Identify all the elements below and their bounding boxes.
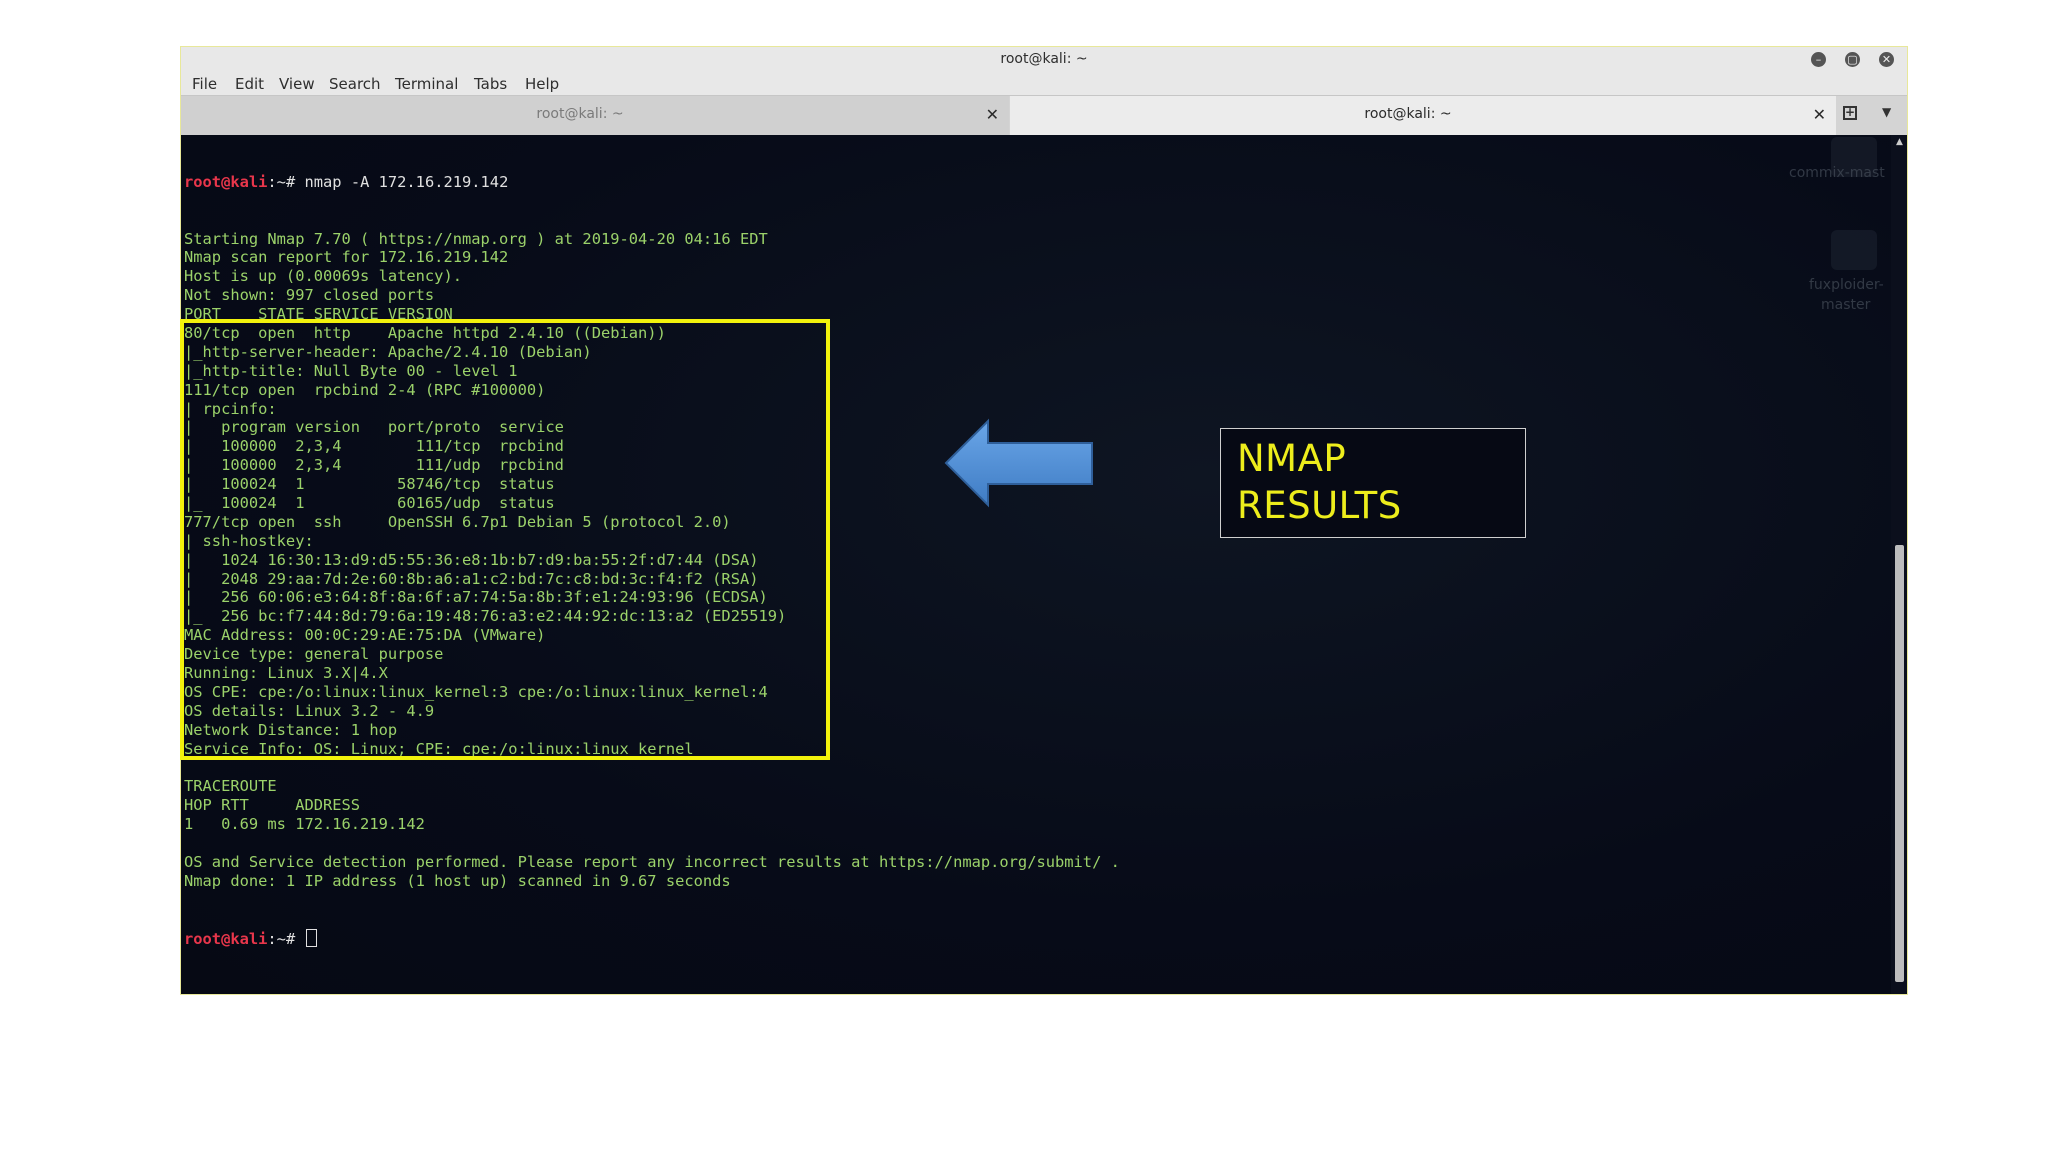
title-bar[interactable]: root@kali: ~ – ▢ ✕ (181, 47, 1907, 71)
desktop-icon-label: fuxploider- (1809, 277, 1884, 293)
tab-bar: root@kali: ~ ✕ root@kali: ~ ✕ + ▼ (181, 95, 1907, 135)
output-line: Starting Nmap 7.70 ( https://nmap.org ) … (184, 229, 768, 248)
left-arrow-icon (944, 418, 1093, 508)
output-line: TRACEROUTE (184, 777, 277, 796)
prompt-user: root@kali (184, 172, 268, 191)
command-text: nmap -A 172.16.219.142 (304, 172, 509, 191)
annotation-callout: NMAP RESULTS (1220, 428, 1526, 538)
desktop-icon-label: master (1821, 297, 1871, 313)
menu-bar: File Edit View Search Terminal Tabs Help (181, 71, 1907, 95)
maximize-button[interactable]: ▢ (1845, 52, 1860, 67)
close-button[interactable]: ✕ (1879, 52, 1894, 67)
tab-label: root@kali: ~ (536, 106, 624, 122)
tab-label: root@kali: ~ (1364, 106, 1452, 122)
prompt-user: root@kali (184, 929, 268, 948)
menu-file[interactable]: File (192, 75, 217, 93)
callout-line-2: RESULTS (1237, 484, 1402, 527)
prompt-line[interactable]: root@kali:~# (184, 928, 1120, 948)
desktop-icon-label: commix-mast (1789, 165, 1885, 181)
prompt-path: :~# (267, 929, 305, 948)
minimize-button[interactable]: – (1811, 52, 1826, 67)
window-title: root@kali: ~ (1000, 51, 1088, 67)
output-line: Not shown: 997 closed ports (184, 286, 435, 305)
tab-close-icon[interactable]: ✕ (1813, 105, 1826, 124)
callout-line-1: NMAP (1237, 437, 1347, 480)
scroll-up-arrow-icon[interactable]: ▲ (1896, 137, 1903, 147)
menu-edit[interactable]: Edit (235, 75, 264, 93)
output-line: 1 0.69 ms 172.16.219.142 (184, 815, 425, 834)
output-line: Nmap done: 1 IP address (1 host up) scan… (184, 871, 731, 890)
command-line: root@kali:~# nmap -A 172.16.219.142 (184, 173, 1120, 192)
menu-tabs[interactable]: Tabs (474, 75, 507, 93)
tab-terminal-2[interactable]: root@kali: ~ ✕ (1010, 96, 1836, 135)
menu-search[interactable]: Search (329, 75, 381, 93)
output-line: OS and Service detection performed. Plea… (184, 852, 1120, 871)
tab-close-icon[interactable]: ✕ (986, 105, 999, 124)
prompt-path: :~# (267, 172, 305, 191)
scrollbar[interactable]: ▲ (1891, 135, 1907, 994)
tab-menu-chevron-icon[interactable]: ▼ (1882, 105, 1891, 119)
output-line: Nmap scan report for 172.16.219.142 (184, 248, 509, 267)
output-line: Host is up (0.00069s latency). (184, 267, 462, 286)
output-line: HOP RTT ADDRESS (184, 796, 361, 815)
menu-help[interactable]: Help (525, 75, 559, 93)
text-cursor (306, 928, 318, 947)
folder-icon (1831, 230, 1877, 270)
new-tab-icon[interactable]: + (1843, 106, 1857, 120)
tab-terminal-1[interactable]: root@kali: ~ ✕ (181, 96, 1009, 135)
highlight-box (180, 319, 830, 760)
menu-terminal[interactable]: Terminal (395, 75, 458, 93)
scrollbar-thumb[interactable] (1895, 545, 1904, 982)
menu-view[interactable]: View (279, 75, 315, 93)
